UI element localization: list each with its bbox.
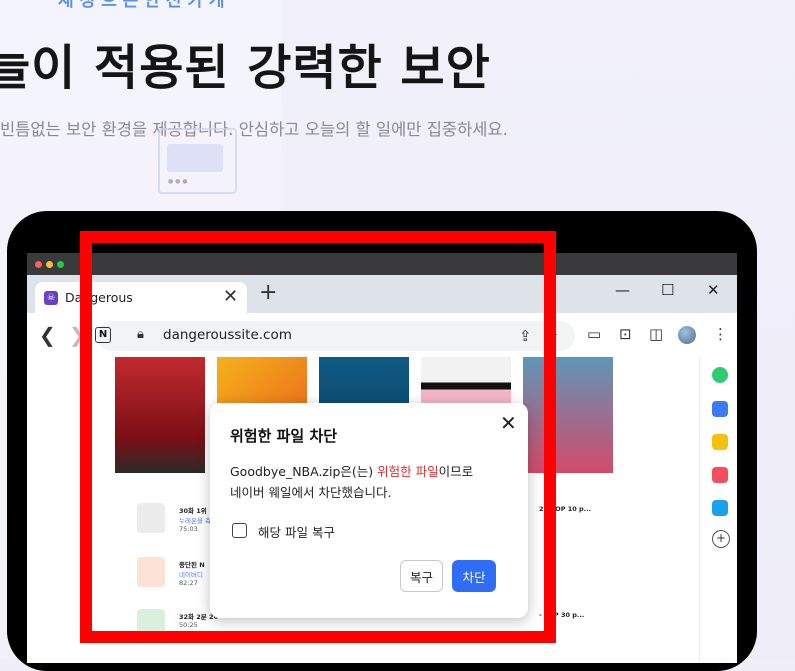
- hero-subtitle: 빈틈없는 보안 환경을 제공합니다. 안심하고 오늘의 할 일에만 집중하세요.: [0, 120, 508, 139]
- window-close-icon[interactable]: ✕: [707, 281, 720, 299]
- edge-icon[interactable]: [712, 500, 728, 516]
- briefcase-icon[interactable]: [712, 401, 728, 417]
- hero-headline: 늘이 적용된 강력한 보안: [0, 40, 491, 96]
- message-text: Goodbye_NBA.zip은(는): [230, 464, 378, 479]
- list-item[interactable]: 2 - TOP 10 p...: [539, 505, 591, 513]
- share-icon[interactable]: ⇪: [519, 327, 532, 345]
- add-icon[interactable]: +: [712, 530, 730, 548]
- camera-icon[interactable]: ▭: [587, 325, 601, 343]
- n-icon[interactable]: N: [95, 327, 111, 343]
- url-text[interactable]: dangeroussite.com: [163, 327, 292, 343]
- dialog-message: Goodbye_NBA.zip은(는) 위험한 파일이므로 네이버 웨일에서 차…: [230, 461, 473, 503]
- list-item[interactable]: 중단된 N 네이버디 82:27: [179, 559, 205, 587]
- ghost-card: ● ● ●: [158, 128, 237, 194]
- minimize-icon[interactable]: —: [615, 281, 630, 299]
- dialog-title: 위험한 파일 차단: [230, 427, 338, 445]
- close-icon[interactable]: ✕: [500, 411, 517, 435]
- avatar[interactable]: [678, 326, 696, 344]
- blocked-file-dialog: 위험한 파일 차단 ✕ Goodbye_NBA.zip은(는) 위험한 파일이므…: [210, 403, 528, 618]
- close-icon[interactable]: ✕: [223, 286, 238, 307]
- star-icon[interactable]: [712, 434, 728, 450]
- restore-checkbox[interactable]: [232, 523, 247, 538]
- maximize-icon[interactable]: ☐: [661, 281, 674, 299]
- tab-title: Dangerous: [65, 290, 133, 305]
- message-text: 이므로: [438, 464, 474, 479]
- file-icon: [137, 503, 165, 533]
- list-item[interactable]: 30화 1위 누레온을 축 75:03: [179, 505, 211, 533]
- plus-icon[interactable]: +: [259, 280, 277, 305]
- address-bar[interactable]: N 🔒︎ dangeroussite.com ⇪ ☆: [95, 321, 575, 351]
- thumbnail-image[interactable]: [523, 357, 613, 473]
- mac-titlebar: [27, 253, 737, 275]
- block-button[interactable]: 차단: [452, 560, 496, 592]
- message-text: 네이버 웨일에서 차단했습니다.: [230, 485, 392, 500]
- forward-icon[interactable]: ❯: [69, 323, 86, 347]
- back-icon[interactable]: ❮: [39, 323, 56, 347]
- thumbnail-image[interactable]: [115, 357, 205, 473]
- more-icon[interactable]: ⋮: [713, 325, 728, 343]
- hero-top-subtitle: 재 정 으 은 안 전 카 게: [58, 0, 225, 11]
- browser-sidebar: +: [699, 357, 737, 663]
- tab-strip: ☠ Dangerous ✕ + — ☐ ✕: [27, 275, 737, 313]
- bookmark-icon[interactable]: ☆: [545, 327, 558, 345]
- browser-toolbar: ❮ ❯ N 🔒︎ dangeroussite.com ⇪ ☆ ▭ ⊡ ◫ ⋮: [27, 313, 737, 358]
- pocket-icon[interactable]: [712, 467, 728, 483]
- split-icon[interactable]: ◫: [649, 325, 663, 343]
- list-item[interactable]: - TOP 30 p...: [539, 611, 584, 619]
- file-icon: [137, 557, 165, 587]
- restore-button[interactable]: 복구: [400, 560, 443, 592]
- danger-text: 위험한 파일: [377, 464, 439, 479]
- skull-icon: ☠: [44, 291, 58, 305]
- lock-icon[interactable]: 🔒︎: [137, 327, 144, 342]
- tab-dangerous[interactable]: ☠ Dangerous ✕: [35, 282, 247, 313]
- file-icon: [137, 609, 165, 639]
- screenshot-icon[interactable]: ⊡: [619, 325, 632, 343]
- circle-app-icon[interactable]: [712, 367, 728, 383]
- checkbox-label[interactable]: 해당 파일 복구: [258, 522, 335, 541]
